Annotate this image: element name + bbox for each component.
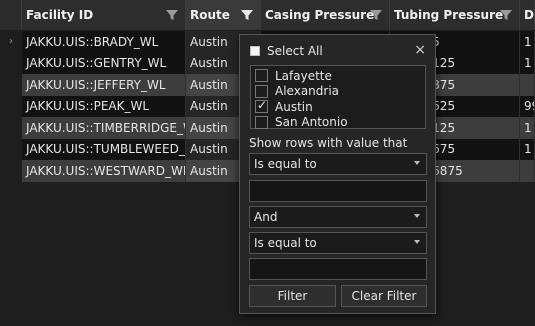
current-row-indicator-icon: ›	[0, 31, 22, 53]
column-header-label: Casing Pressure	[265, 8, 375, 22]
filter-funnel-icon[interactable]	[165, 8, 179, 22]
value2-input[interactable]	[249, 258, 427, 280]
row-indicator	[0, 138, 22, 160]
d-cell[interactable]: 1	[520, 117, 535, 139]
list-item-label: Lafayette	[275, 68, 332, 83]
select-all-option[interactable]: Select All	[250, 44, 323, 58]
chevron-down-icon	[414, 214, 420, 218]
filter-button[interactable]: Filter	[249, 285, 336, 307]
d-cell[interactable]	[520, 74, 535, 96]
filter-funnel-icon-active[interactable]	[240, 8, 254, 22]
facility-cell[interactable]: JAKKU.UIS::TIMBERRIDGE_WL	[22, 117, 186, 139]
chevron-down-icon	[414, 240, 420, 244]
list-item-label: Austin	[275, 99, 313, 114]
select-all-label: Select All	[267, 44, 323, 58]
list-item[interactable]: Austin	[251, 98, 425, 115]
column-header-label: Tubing Pressure	[394, 8, 504, 22]
filter-funnel-icon[interactable]	[369, 8, 383, 22]
select-all-checkbox[interactable]	[250, 46, 260, 56]
row-indicator	[0, 95, 22, 117]
d-cell[interactable]: 1	[520, 138, 535, 160]
facility-cell[interactable]: JAKKU.UIS::PEAK_WL	[22, 95, 186, 117]
facility-cell[interactable]: JAKKU.UIS::WESTWARD_WL	[22, 160, 186, 182]
chevron-down-icon	[414, 161, 420, 165]
facility-cell[interactable]: JAKKU.UIS::JEFFERY_WL	[22, 74, 186, 96]
filter-value-list: Lafayette Alexandria Austin San Antonio	[250, 65, 426, 129]
column-header-label: D	[524, 8, 534, 22]
row-indicator	[0, 117, 22, 139]
column-header-d[interactable]: D	[520, 0, 535, 30]
show-rows-label: Show rows with value that	[249, 136, 408, 150]
condition2-select[interactable]: Is equal to	[249, 232, 427, 254]
facility-cell[interactable]: JAKKU.UIS::TUMBLEWEED_WL	[22, 138, 186, 160]
column-header-tubing-pressure[interactable]: Tubing Pressure	[390, 0, 520, 30]
value1-input[interactable]	[249, 180, 427, 202]
d-cell[interactable]	[520, 160, 535, 182]
checkbox-checked[interactable]	[255, 98, 268, 114]
facility-cell[interactable]: JAKKU.UIS::GENTRY_WL	[22, 52, 186, 74]
row-indicator-header	[0, 0, 22, 30]
checkbox[interactable]	[255, 84, 268, 98]
condition1-select[interactable]: Is equal to	[249, 153, 427, 175]
column-header-casing-pressure[interactable]: Casing Pressure	[261, 0, 390, 30]
list-item-label: Alexandria	[275, 84, 340, 99]
column-header-label: Route	[190, 8, 230, 22]
facility-cell[interactable]: JAKKU.UIS::BRADY_WL	[22, 31, 186, 53]
row-indicator	[0, 160, 22, 182]
condition2-value: Is equal to	[254, 236, 317, 250]
d-cell[interactable]: 1	[520, 52, 535, 74]
row-indicator	[0, 52, 22, 74]
clear-filter-button[interactable]: Clear Filter	[341, 285, 427, 307]
close-icon[interactable]: ×	[414, 42, 426, 58]
list-item[interactable]: Alexandria	[251, 84, 425, 100]
d-cell[interactable]: 99	[520, 95, 535, 117]
list-item-label: San Antonio	[275, 115, 348, 130]
logic-operator-select[interactable]: And	[249, 206, 427, 228]
d-cell[interactable]: 1	[520, 31, 535, 53]
column-header-route[interactable]: Route	[186, 0, 261, 30]
checkbox[interactable]	[255, 69, 268, 83]
condition1-value: Is equal to	[254, 157, 317, 171]
logic-operator-value: And	[254, 210, 278, 224]
list-item[interactable]: San Antonio	[251, 115, 425, 131]
route-filter-popup: Select All × Lafayette Alexandria Austin…	[239, 34, 436, 314]
filter-funnel-icon[interactable]	[499, 8, 513, 22]
grid-header: Facility ID Route Casing Pressure Tubing…	[0, 0, 535, 30]
column-header-label: Facility ID	[26, 8, 94, 22]
row-indicator	[0, 74, 22, 96]
list-item[interactable]: Lafayette	[251, 68, 425, 84]
checkbox[interactable]	[255, 115, 268, 129]
column-header-facility-id[interactable]: Facility ID	[22, 0, 186, 30]
